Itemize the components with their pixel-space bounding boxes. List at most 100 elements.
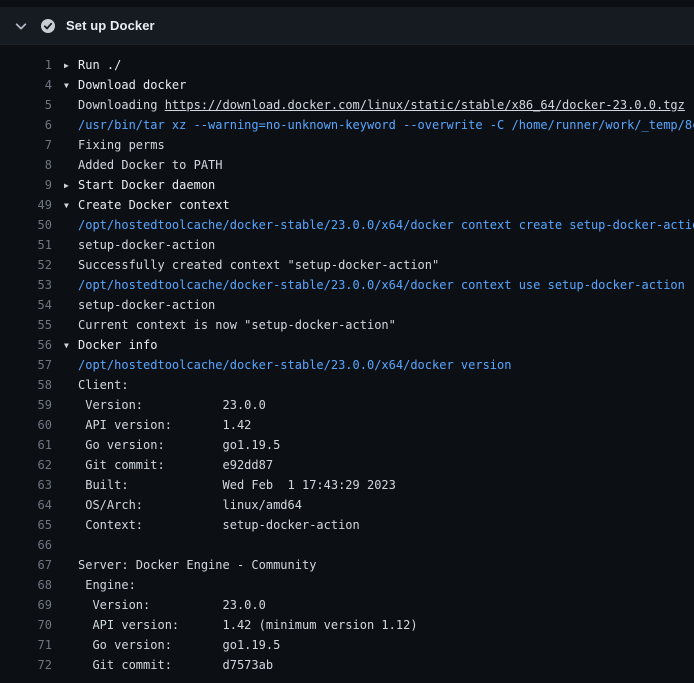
line-number[interactable]: 5 xyxy=(0,95,52,115)
line-number[interactable]: 66 xyxy=(0,535,52,555)
log-text: Context: setup-docker-action xyxy=(64,515,360,535)
log-text: Built: Wed Feb 1 17:43:29 2023 xyxy=(64,475,396,495)
log-text: Go version: go1.19.5 xyxy=(64,635,280,655)
log-line: 49 ▼Create Docker context xyxy=(0,195,694,215)
log-line: 63 Built: Wed Feb 1 17:43:29 2023 xyxy=(0,475,694,495)
log-text: API version: 1.42 (minimum version 1.12) xyxy=(64,615,418,635)
log-text: Added Docker to PATH xyxy=(64,155,223,175)
log-text: OS/Arch: linux/amd64 xyxy=(64,495,302,515)
log-line: 64 OS/Arch: linux/amd64 xyxy=(0,495,694,515)
line-number[interactable]: 7 xyxy=(0,135,52,155)
line-number[interactable]: 56 xyxy=(0,335,52,355)
check-circle-icon xyxy=(40,18,56,34)
line-number[interactable]: 60 xyxy=(0,415,52,435)
log-text: Current context is now "setup-docker-act… xyxy=(64,315,396,335)
triangle-down-icon: ▼ xyxy=(64,76,78,96)
download-url-link[interactable]: https://download.docker.com/linux/static… xyxy=(165,98,685,112)
chevron-down-icon[interactable] xyxy=(14,19,28,33)
line-number[interactable]: 63 xyxy=(0,475,52,495)
triangle-down-icon: ▼ xyxy=(64,336,78,356)
log-line: 1 ▶Run ./ xyxy=(0,55,694,75)
command-text: /opt/hostedtoolcache/docker-stable/23.0.… xyxy=(64,355,511,375)
line-number[interactable]: 70 xyxy=(0,615,52,635)
log-line: 72 Git commit: d7573ab xyxy=(0,655,694,675)
line-number[interactable]: 6 xyxy=(0,115,52,135)
line-number[interactable]: 58 xyxy=(0,375,52,395)
log-text: setup-docker-action xyxy=(64,295,215,315)
log-line: 58Client: xyxy=(0,375,694,395)
log-text: Git commit: e92dd87 xyxy=(64,455,273,475)
log-line: 51 setup-docker-action xyxy=(0,235,694,255)
line-number[interactable]: 54 xyxy=(0,295,52,315)
log-line: 52Successfully created context "setup-do… xyxy=(0,255,694,275)
line-number[interactable]: 69 xyxy=(0,595,52,615)
line-number[interactable]: 49 xyxy=(0,195,52,215)
log-line: 55 Current context is now "setup-docker-a… xyxy=(0,315,694,335)
log-line: 62 Git commit: e92dd87 xyxy=(0,455,694,475)
log-text: API version: 1.42 xyxy=(64,415,251,435)
line-number[interactable]: 71 xyxy=(0,635,52,655)
group-title: Docker info xyxy=(78,338,157,352)
log-line: 7 Fixing perms xyxy=(0,135,694,155)
log-line: 4 ▼Download docker xyxy=(0,75,694,95)
log-group-header[interactable]: ▶Run ./ xyxy=(64,55,121,75)
line-number[interactable]: 50 xyxy=(0,215,52,235)
log-line: 56 ▼Docker info xyxy=(0,335,694,355)
log-line: 66 xyxy=(0,535,694,555)
log-line: 65 Context: setup-docker-action xyxy=(0,515,694,535)
log-line: 61 Go version: go1.19.5 xyxy=(0,435,694,455)
line-number[interactable]: 72 xyxy=(0,655,52,675)
triangle-right-icon: ▶ xyxy=(64,56,78,76)
line-number[interactable]: 65 xyxy=(0,515,52,535)
log-group-header[interactable]: ▼Download docker xyxy=(64,75,186,95)
line-number[interactable]: 52 xyxy=(0,255,52,275)
line-number[interactable]: 9 xyxy=(0,175,52,195)
log-line: 8 Added Docker to PATH xyxy=(0,155,694,175)
log-text: setup-docker-action xyxy=(64,235,215,255)
log-text: Git commit: d7573ab xyxy=(64,655,273,675)
line-number[interactable]: 55 xyxy=(0,315,52,335)
log-group-header[interactable]: ▶Start Docker daemon xyxy=(64,175,215,195)
log-text: Fixing perms xyxy=(64,135,165,155)
log-text: Server: Docker Engine - Community xyxy=(64,555,316,575)
top-spacer xyxy=(0,0,694,7)
log-line: 6/usr/bin/tar xz --warning=no-unknown-ke… xyxy=(0,115,694,135)
log-text-with-link: Downloading https://download.docker.com/… xyxy=(64,95,685,115)
log-group-header[interactable]: ▼Docker info xyxy=(64,335,157,355)
command-text: /opt/hostedtoolcache/docker-stable/23.0.… xyxy=(64,215,694,235)
log-line: 5 Downloading https://download.docker.com… xyxy=(0,95,694,115)
log-text: Downloading xyxy=(78,98,165,112)
line-number[interactable]: 68 xyxy=(0,575,52,595)
line-number[interactable]: 67 xyxy=(0,555,52,575)
line-number[interactable]: 53 xyxy=(0,275,52,295)
line-number[interactable]: 57 xyxy=(0,355,52,375)
group-title: Create Docker context xyxy=(78,198,230,212)
triangle-down-icon: ▼ xyxy=(64,196,78,216)
line-number[interactable]: 1 xyxy=(0,55,52,75)
line-number[interactable]: 59 xyxy=(0,395,52,415)
command-text: /opt/hostedtoolcache/docker-stable/23.0.… xyxy=(64,275,685,295)
log-line: 9 ▶Start Docker daemon xyxy=(0,175,694,195)
log-line: 68 Engine: xyxy=(0,575,694,595)
log-line: 53/opt/hostedtoolcache/docker-stable/23.… xyxy=(0,275,694,295)
group-title: Start Docker daemon xyxy=(78,178,215,192)
log-line: 60 API version: 1.42 xyxy=(0,415,694,435)
line-number[interactable]: 4 xyxy=(0,75,52,95)
log-line: 71 Go version: go1.19.5 xyxy=(0,635,694,655)
line-number[interactable]: 8 xyxy=(0,155,52,175)
log-text: Engine: xyxy=(64,575,136,595)
line-number[interactable]: 51 xyxy=(0,235,52,255)
log-line: 67 Server: Docker Engine - Community xyxy=(0,555,694,575)
line-number[interactable]: 62 xyxy=(0,455,52,475)
log-text: Version: 23.0.0 xyxy=(64,395,266,415)
line-number[interactable]: 61 xyxy=(0,435,52,455)
log-text: Version: 23.0.0 xyxy=(64,595,266,615)
log-group-header[interactable]: ▼Create Docker context xyxy=(64,195,230,215)
log-line: 69 Version: 23.0.0 xyxy=(0,595,694,615)
step-header[interactable]: Set up Docker xyxy=(0,7,694,45)
workflow-log-page: Set up Docker 1▶Run ./4▼Download docker5… xyxy=(0,0,694,683)
log-output: 1 ▶Run ./ 4 ▼Download docker 5 Downloading ht… xyxy=(0,45,694,675)
log-line: 50/opt/hostedtoolcache/docker-stable/23.… xyxy=(0,215,694,235)
line-number[interactable]: 64 xyxy=(0,495,52,515)
step-title: Set up Docker xyxy=(66,18,155,33)
